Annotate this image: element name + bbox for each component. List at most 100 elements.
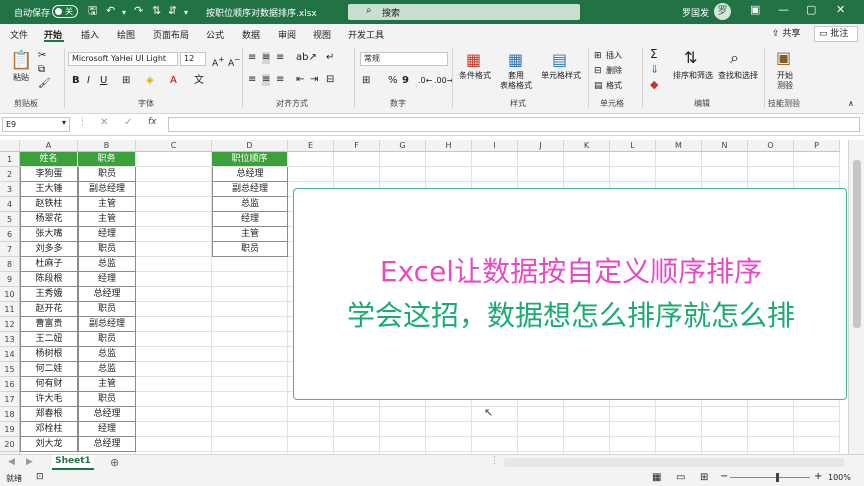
table-cell[interactable]: 职员 bbox=[78, 167, 136, 182]
cell[interactable] bbox=[380, 407, 426, 422]
cell[interactable] bbox=[610, 422, 656, 437]
sort-desc-icon[interactable]: ⇵ bbox=[168, 4, 177, 18]
table-cell[interactable]: 王大锤 bbox=[20, 182, 78, 197]
column-header[interactable]: N bbox=[702, 140, 748, 152]
table-cell[interactable]: 经理 bbox=[78, 272, 136, 287]
zoom-out-icon[interactable]: − bbox=[720, 471, 728, 482]
phonetic-icon[interactable]: 文 bbox=[194, 75, 204, 87]
cell[interactable] bbox=[794, 422, 840, 437]
column-header[interactable]: G bbox=[380, 140, 426, 152]
column-header[interactable]: I bbox=[472, 140, 518, 152]
underline-icon[interactable]: U bbox=[100, 75, 107, 87]
cell[interactable] bbox=[794, 407, 840, 422]
name-box[interactable]: E9 bbox=[2, 117, 70, 132]
row-header[interactable]: 18 bbox=[0, 407, 20, 422]
grow-font-icon[interactable]: A+ bbox=[212, 54, 224, 70]
table-header-cell[interactable]: 职务 bbox=[78, 152, 136, 167]
cell[interactable] bbox=[212, 257, 288, 272]
table-cell[interactable]: 李狗蛋 bbox=[20, 167, 78, 182]
customize-toolbar-icon[interactable]: ▾ bbox=[184, 6, 188, 20]
paste-label[interactable]: 粘贴 bbox=[8, 72, 34, 83]
next-sheet-icon[interactable]: ▶ bbox=[26, 457, 33, 467]
cell[interactable] bbox=[472, 437, 518, 452]
cell[interactable] bbox=[472, 152, 518, 167]
table-cell[interactable]: 赵开花 bbox=[20, 302, 78, 317]
table-cell[interactable]: 职员 bbox=[78, 242, 136, 257]
format-cells-label[interactable]: 格式 bbox=[606, 80, 622, 92]
row-header[interactable]: 14 bbox=[0, 347, 20, 362]
page-break-view-icon[interactable]: ⊞ bbox=[700, 472, 708, 483]
table-cell[interactable]: 何有财 bbox=[20, 377, 78, 392]
title-text-box[interactable]: Excel让数据按自定义顺序排序 学会这招，数据想怎么排序就怎么排 bbox=[293, 188, 847, 400]
cell[interactable] bbox=[334, 437, 380, 452]
table-cell[interactable]: 总监 bbox=[78, 362, 136, 377]
cell[interactable] bbox=[564, 437, 610, 452]
sort-filter-label[interactable]: 排序和筛选 bbox=[670, 70, 716, 81]
cell[interactable] bbox=[748, 437, 794, 452]
cancel-icon[interactable]: ✕ bbox=[100, 117, 108, 128]
fill-icon[interactable]: ⇓ bbox=[650, 64, 659, 76]
cell[interactable] bbox=[136, 257, 212, 272]
table-cell[interactable]: 职员 bbox=[78, 332, 136, 347]
cell[interactable] bbox=[702, 407, 748, 422]
cell[interactable] bbox=[212, 287, 288, 302]
autosum-icon[interactable]: Σ bbox=[650, 48, 658, 60]
comma-icon[interactable]: 9 bbox=[402, 75, 409, 87]
order-header-cell[interactable]: 职位顺序 bbox=[212, 152, 288, 167]
cell[interactable] bbox=[702, 152, 748, 167]
align-bottom-icon[interactable]: ≡ bbox=[276, 52, 284, 64]
row-header[interactable]: 12 bbox=[0, 317, 20, 332]
cell[interactable] bbox=[288, 152, 334, 167]
row-header[interactable]: 16 bbox=[0, 377, 20, 392]
cell[interactable] bbox=[136, 302, 212, 317]
comments-button[interactable]: ▭ 批注 bbox=[814, 26, 858, 42]
cell[interactable] bbox=[136, 422, 212, 437]
table-cell[interactable]: 职员 bbox=[78, 302, 136, 317]
decrease-decimal-icon[interactable]: .00→ bbox=[434, 75, 453, 87]
cell[interactable] bbox=[136, 227, 212, 242]
column-header[interactable]: E bbox=[288, 140, 334, 152]
cell[interactable] bbox=[380, 437, 426, 452]
cell[interactable] bbox=[656, 437, 702, 452]
column-header[interactable]: F bbox=[334, 140, 380, 152]
decrease-indent-icon[interactable]: ⇤ bbox=[296, 74, 304, 86]
redo-icon[interactable]: ↷ bbox=[134, 4, 143, 18]
cell[interactable] bbox=[212, 407, 288, 422]
table-cell[interactable]: 王秀娥 bbox=[20, 287, 78, 302]
cell[interactable] bbox=[380, 152, 426, 167]
align-top-icon[interactable]: ≡ bbox=[248, 52, 256, 64]
table-cell[interactable]: 主管 bbox=[78, 197, 136, 212]
avatar[interactable]: 罗 bbox=[714, 3, 731, 20]
column-header[interactable]: H bbox=[426, 140, 472, 152]
sort-asc-icon[interactable]: ⇅ bbox=[152, 4, 161, 18]
tab-view[interactable]: 视图 bbox=[313, 28, 331, 41]
cell[interactable] bbox=[136, 332, 212, 347]
sheet-tab-sheet1[interactable]: Sheet1 bbox=[52, 455, 94, 470]
table-cell[interactable]: 曹富贵 bbox=[20, 317, 78, 332]
cell[interactable] bbox=[212, 272, 288, 287]
align-right-icon[interactable]: ≡ bbox=[276, 74, 284, 86]
cell[interactable] bbox=[794, 152, 840, 167]
wrap-text-icon[interactable]: ↵ bbox=[326, 52, 334, 64]
cell[interactable] bbox=[564, 407, 610, 422]
tab-formulas[interactable]: 公式 bbox=[206, 28, 224, 41]
table-cell[interactable]: 副总经理 bbox=[78, 317, 136, 332]
table-cell[interactable]: 总经理 bbox=[78, 287, 136, 302]
cell[interactable] bbox=[334, 407, 380, 422]
name-box-dropdown-icon[interactable]: ▾ bbox=[62, 118, 66, 127]
find-select-label[interactable]: 查找和选择 bbox=[716, 70, 760, 81]
zoom-in-icon[interactable]: + bbox=[814, 471, 822, 482]
share-button[interactable]: ⇪ 共享 bbox=[770, 26, 808, 42]
cell[interactable] bbox=[472, 167, 518, 182]
save-icon[interactable]: 🖫 bbox=[88, 4, 97, 18]
bold-icon[interactable]: B bbox=[72, 75, 80, 87]
cell[interactable] bbox=[610, 407, 656, 422]
format-painter-icon[interactable]: 🖌 bbox=[38, 78, 51, 89]
cell[interactable] bbox=[136, 287, 212, 302]
cell[interactable] bbox=[212, 377, 288, 392]
table-cell[interactable]: 刘大龙 bbox=[20, 437, 78, 452]
tab-file[interactable]: 文件 bbox=[10, 28, 28, 41]
increase-indent-icon[interactable]: ⇥ bbox=[310, 74, 318, 86]
cell[interactable] bbox=[334, 167, 380, 182]
cell[interactable] bbox=[656, 407, 702, 422]
